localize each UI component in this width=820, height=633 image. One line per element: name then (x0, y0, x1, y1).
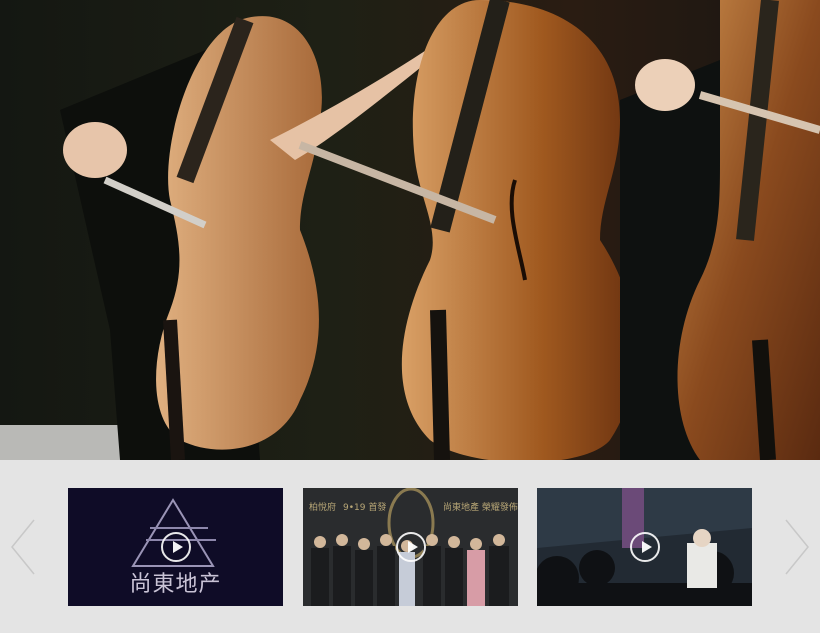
carousel-next-button[interactable] (782, 517, 812, 577)
play-icon (160, 532, 191, 562)
play-icon (395, 532, 426, 562)
cello-ensemble-photo (0, 0, 820, 460)
thumbnail-1-caption: 尚東地产 (129, 572, 222, 597)
thumbnail-2-caption-left: 柏悅府 (309, 503, 337, 513)
chevron-left-icon (11, 519, 35, 575)
hero-image (0, 0, 820, 460)
carousel-prev-button[interactable] (8, 517, 38, 577)
play-icon (629, 532, 660, 562)
video-thumbnail-2[interactable]: 柏悅府 9•19 首發 尚東地產 榮耀發佈 (303, 488, 518, 606)
chevron-right-icon (785, 519, 809, 575)
video-thumbnail-1[interactable]: 尚東地产 (68, 488, 283, 606)
video-thumbnail-3[interactable] (537, 488, 752, 606)
thumbnail-2-caption-mid: 9•19 首發 (343, 503, 387, 513)
thumbnail-2-caption-right: 尚東地產 榮耀發佈 (443, 503, 518, 513)
